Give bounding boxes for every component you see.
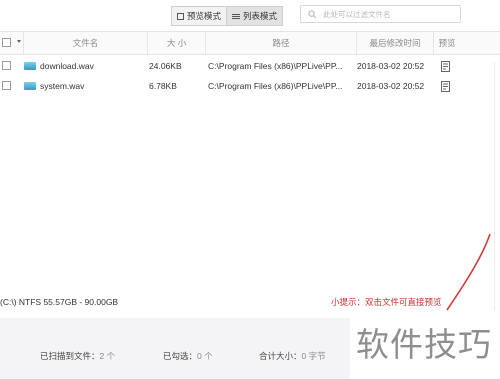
column-preview[interactable]: 预览 bbox=[434, 32, 460, 54]
file-path: C:\Program Files (x86)\PPLive\PP... bbox=[208, 81, 343, 91]
file-size: 6.78KB bbox=[149, 81, 177, 91]
file-size: 24.06KB bbox=[149, 61, 182, 71]
preview-mode-button[interactable]: 预览模式 bbox=[172, 7, 226, 25]
preview-mode-icon bbox=[177, 12, 184, 20]
row-checkbox[interactable] bbox=[2, 61, 11, 70]
audio-file-icon bbox=[24, 82, 36, 90]
preview-document-icon[interactable] bbox=[441, 81, 450, 92]
list-mode-label: 列表模式 bbox=[243, 11, 278, 21]
tip-text: 小提示：双击文件可直接预览 bbox=[331, 297, 442, 307]
red-annotation-stroke bbox=[446, 233, 491, 311]
file-modified-time: 2018-03-02 20:52 bbox=[357, 61, 425, 71]
scanned-value: 2 个 bbox=[99, 351, 116, 361]
preview-document-icon[interactable] bbox=[441, 61, 450, 72]
file-name: system.wav bbox=[40, 81, 85, 91]
file-recovery-window: 预览模式 列表模式 文件名 大 小 路径 最后修改时间 预览 download.… bbox=[0, 0, 500, 379]
column-size[interactable]: 大 小 bbox=[148, 32, 206, 54]
watermark: 软件技巧 bbox=[350, 312, 500, 379]
selected-count: 已勾选：0 个 bbox=[163, 350, 213, 362]
file-path: C:\Program Files (x86)\PPLive\PP... bbox=[208, 61, 343, 71]
disk-info: (C:\) NTFS 55.57GB - 90.00GB bbox=[0, 297, 119, 307]
column-name[interactable]: 文件名 bbox=[24, 32, 148, 54]
search-icon bbox=[308, 10, 317, 19]
selected-value: 0 个 bbox=[197, 351, 213, 361]
total-size-label: 合计大小： bbox=[259, 351, 302, 361]
column-modified-time[interactable]: 最后修改时间 bbox=[357, 32, 434, 54]
file-name: download.wav bbox=[40, 61, 94, 71]
list-mode-button[interactable]: 列表模式 bbox=[226, 7, 283, 25]
sort-dropdown-icon[interactable] bbox=[17, 40, 21, 43]
select-all-checkbox[interactable] bbox=[2, 38, 11, 47]
filter-search-input[interactable] bbox=[323, 7, 457, 21]
list-mode-icon bbox=[232, 13, 241, 20]
table-row[interactable]: system.wav 6.78KB C:\Program Files (x86)… bbox=[0, 76, 500, 96]
file-modified-time: 2018-03-02 20:52 bbox=[357, 81, 425, 91]
total-size-value: 0 字节 bbox=[301, 351, 326, 361]
scanned-count: 已扫描到文件：2 个 bbox=[40, 350, 115, 362]
column-path[interactable]: 路径 bbox=[206, 32, 357, 54]
preview-mode-label: 预览模式 bbox=[187, 11, 222, 21]
row-checkbox[interactable] bbox=[2, 81, 11, 90]
file-table-header: 文件名 大 小 路径 最后修改时间 预览 bbox=[0, 31, 500, 55]
selected-label: 已勾选： bbox=[163, 351, 198, 361]
watermark-text: 软件技巧 bbox=[356, 325, 492, 364]
toolbar: 预览模式 列表模式 bbox=[0, 0, 500, 30]
filter-search-box[interactable] bbox=[300, 5, 461, 23]
view-mode-switch: 预览模式 列表模式 bbox=[171, 6, 284, 26]
total-size: 合计大小：0 字节 bbox=[259, 350, 326, 362]
scanned-label: 已扫描到文件： bbox=[40, 351, 100, 361]
audio-file-icon bbox=[24, 62, 36, 70]
vertical-scrollbar-track[interactable] bbox=[494, 62, 495, 310]
table-row[interactable]: download.wav 24.06KB C:\Program Files (x… bbox=[0, 56, 500, 76]
